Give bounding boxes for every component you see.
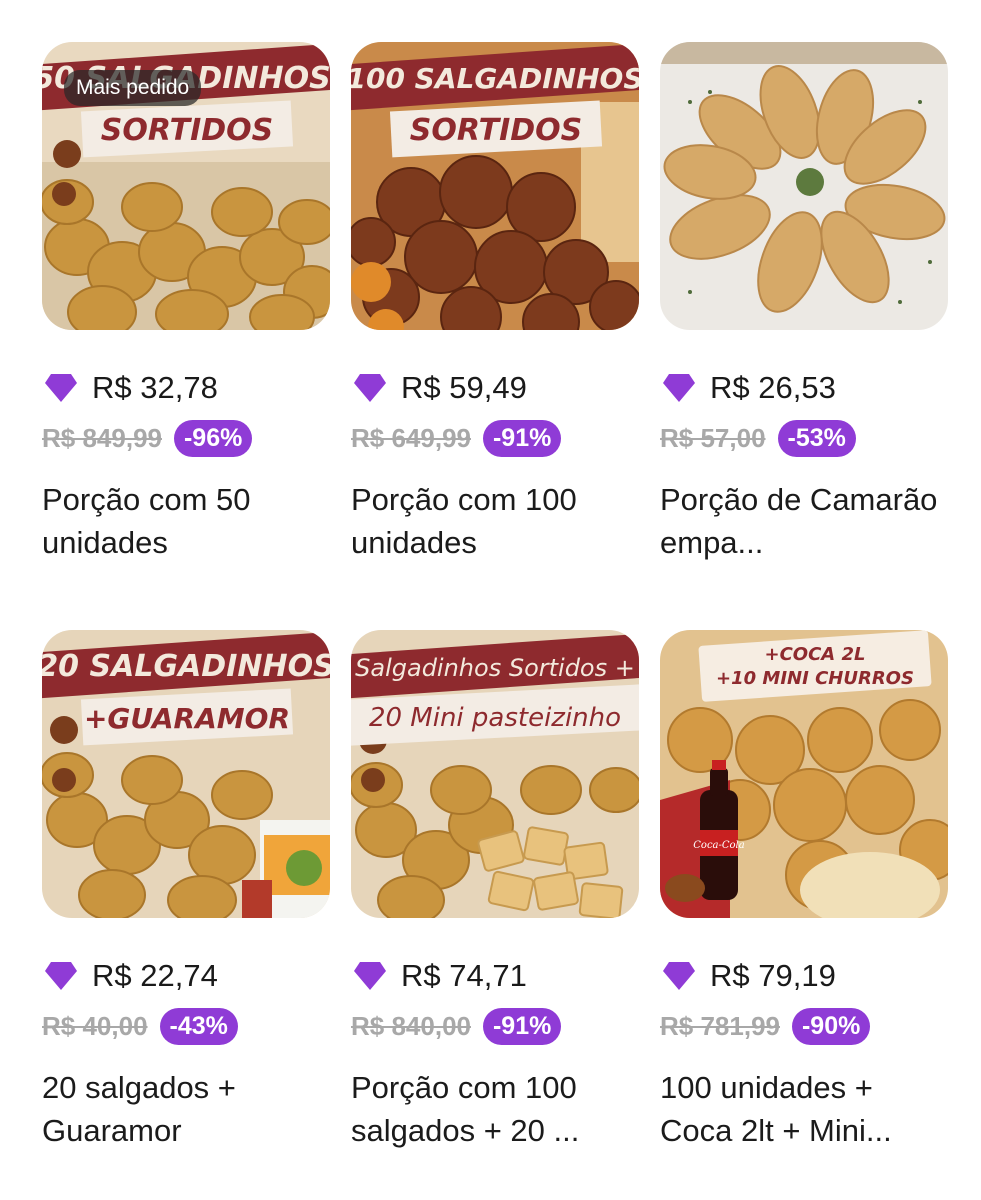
old-price: R$ 849,99 bbox=[42, 422, 162, 453]
product-image[interactable]: Salgadinhos Sortidos + 20 Mini pasteizin… bbox=[351, 630, 639, 918]
image-caption-line1: 100 SALGADINHOS bbox=[351, 62, 639, 95]
old-price: R$ 781,99 bbox=[660, 1010, 780, 1041]
image-caption-line1: +COCA 2L bbox=[765, 644, 866, 665]
price: R$ 26,53 bbox=[710, 370, 836, 405]
diamond-icon bbox=[354, 374, 386, 402]
product-card[interactable]: 20 SALGADINHOS +GUARAMOR R$ 22,74 R$ 40,… bbox=[42, 630, 330, 1186]
price: R$ 22,74 bbox=[92, 958, 218, 993]
product-grid: 50 SALGADINHOS SORTIDOS Mais pedido R$ 3… bbox=[42, 42, 948, 1186]
product-image[interactable]: 50 SALGADINHOS SORTIDOS Mais pedido bbox=[42, 42, 330, 330]
product-card[interactable]: Coca-Cola +COCA 2L +10 MINI CHURROS R$ 7… bbox=[660, 630, 948, 1186]
discount-badge: -91% bbox=[482, 1007, 562, 1045]
discount-badge: -53% bbox=[777, 419, 856, 457]
diamond-icon bbox=[354, 962, 386, 990]
image-caption-line2: SORTIDOS bbox=[410, 113, 583, 148]
discount-badge: -90% bbox=[791, 1007, 871, 1045]
product-image[interactable] bbox=[660, 42, 948, 330]
price: R$ 59,49 bbox=[401, 370, 527, 405]
product-card[interactable]: R$ 26,53 R$ 57,00 -53% Porção de Camarão… bbox=[660, 42, 948, 598]
image-caption-line1: 20 SALGADINHOS bbox=[42, 649, 330, 684]
old-price: R$ 649,99 bbox=[351, 422, 471, 453]
price: R$ 32,78 bbox=[92, 370, 218, 405]
discount-badge: -43% bbox=[159, 1007, 238, 1045]
product-card[interactable]: Salgadinhos Sortidos + 20 Mini pasteizin… bbox=[351, 630, 639, 1186]
svg-text:Coca-Cola: Coca-Cola bbox=[693, 840, 744, 851]
image-caption-line2: 20 Mini pasteizinho bbox=[369, 703, 621, 733]
product-image[interactable]: 20 SALGADINHOS +GUARAMOR bbox=[42, 630, 330, 918]
diamond-icon bbox=[663, 374, 695, 402]
product-title[interactable]: Porção com 100 unidades bbox=[351, 478, 639, 564]
old-price: R$ 40,00 bbox=[42, 1010, 148, 1041]
discount-badge: -96% bbox=[173, 419, 253, 457]
product-title[interactable]: Porção com 50 unidades bbox=[42, 478, 330, 564]
diamond-icon bbox=[45, 374, 77, 402]
old-price: R$ 57,00 bbox=[660, 422, 766, 453]
image-caption-line1: Salgadinhos Sortidos + bbox=[355, 654, 635, 682]
image-caption-line2: +10 MINI CHURROS bbox=[716, 668, 914, 689]
product-card[interactable]: 50 SALGADINHOS SORTIDOS Mais pedido R$ 3… bbox=[42, 42, 330, 598]
diamond-icon bbox=[663, 962, 695, 990]
product-title[interactable]: Porção de Camarão empa... bbox=[660, 478, 948, 564]
product-title[interactable]: Porção com 100 salgados + 20 ... bbox=[351, 1066, 639, 1152]
old-price: R$ 840,00 bbox=[351, 1010, 471, 1041]
product-image[interactable]: Coca-Cola +COCA 2L +10 MINI CHURROS bbox=[660, 630, 948, 918]
diamond-icon bbox=[45, 962, 77, 990]
image-caption-line2: SORTIDOS bbox=[101, 113, 274, 148]
product-image[interactable]: 100 SALGADINHOS SORTIDOS bbox=[351, 42, 639, 330]
image-caption-line2: +GUARAMOR bbox=[84, 702, 290, 735]
product-title[interactable]: 100 unidades + Coca 2lt + Mini... bbox=[660, 1066, 948, 1152]
discount-badge: -91% bbox=[482, 419, 562, 457]
product-card[interactable]: 100 SALGADINHOS SORTIDOS R$ 59,49 R$ 649… bbox=[351, 42, 639, 598]
price: R$ 79,19 bbox=[710, 958, 836, 993]
product-title[interactable]: 20 salgados + Guaramor bbox=[42, 1066, 330, 1152]
most-ordered-badge: Mais pedido bbox=[64, 70, 202, 106]
price: R$ 74,71 bbox=[401, 958, 527, 993]
